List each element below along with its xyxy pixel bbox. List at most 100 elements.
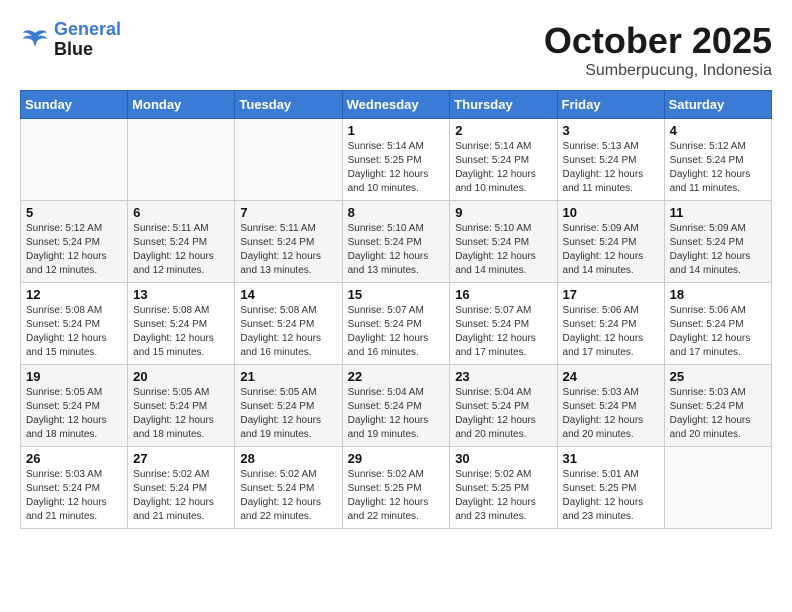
weekday-header-row: SundayMondayTuesdayWednesdayThursdayFrid… (21, 91, 772, 119)
day-number: 2 (455, 123, 551, 138)
day-info: Sunrise: 5:09 AM Sunset: 5:24 PM Dayligh… (563, 222, 659, 278)
weekday-header: Tuesday (235, 91, 342, 119)
calendar-cell: 24Sunrise: 5:03 AM Sunset: 5:24 PM Dayli… (557, 365, 664, 447)
day-info: Sunrise: 5:04 AM Sunset: 5:24 PM Dayligh… (348, 386, 445, 442)
calendar-cell: 30Sunrise: 5:02 AM Sunset: 5:25 PM Dayli… (450, 447, 557, 529)
day-info: Sunrise: 5:08 AM Sunset: 5:24 PM Dayligh… (240, 304, 336, 360)
day-number: 16 (455, 287, 551, 302)
calendar-cell: 20 Sunrise: 5:05 AM Sunset: 5:24 PM Dayli… (128, 365, 235, 447)
day-number: 7 (240, 205, 336, 220)
calendar-week-row: 1Sunrise: 5:14 AM Sunset: 5:25 PM Daylig… (21, 119, 772, 201)
day-number: 26 (26, 451, 122, 466)
day-number: 15 (348, 287, 445, 302)
calendar-cell: 1Sunrise: 5:14 AM Sunset: 5:25 PM Daylig… (342, 119, 450, 201)
day-number: 25 (670, 369, 766, 384)
logo-icon (20, 25, 50, 55)
day-number: 1 (348, 123, 445, 138)
day-number: 6 (133, 205, 229, 220)
calendar-cell: 5 Sunrise: 5:12 AM Sunset: 5:24 PM Daylig… (21, 201, 128, 283)
day-number: 30 (455, 451, 551, 466)
calendar-cell: 26 Sunrise: 5:03 AM Sunset: 5:24 PM Dayli… (21, 447, 128, 529)
day-info: Sunrise: 5:04 AM Sunset: 5:24 PM Dayligh… (455, 386, 551, 442)
day-info: Sunrise: 5:10 AM Sunset: 5:24 PM Dayligh… (348, 222, 445, 278)
day-number: 8 (348, 205, 445, 220)
day-info: Sunrise: 5:13 AM Sunset: 5:24 PM Dayligh… (563, 140, 659, 196)
day-number: 5 (26, 205, 122, 220)
calendar-cell: 11 Sunrise: 5:09 AM Sunset: 5:24 PM Dayli… (664, 201, 771, 283)
calendar-cell: 21Sunrise: 5:05 AM Sunset: 5:24 PM Dayli… (235, 365, 342, 447)
day-info: Sunrise: 5:05 AM Sunset: 5:24 PM Dayligh… (240, 386, 336, 442)
location-subtitle: Sumberpucung, Indonesia (544, 62, 772, 80)
calendar-cell: 6 Sunrise: 5:11 AM Sunset: 5:24 PM Daylig… (128, 201, 235, 283)
weekday-header: Wednesday (342, 91, 450, 119)
day-info: Sunrise: 5:07 AM Sunset: 5:24 PM Dayligh… (348, 304, 445, 360)
calendar-cell: 12Sunrise: 5:08 AM Sunset: 5:24 PM Dayli… (21, 283, 128, 365)
calendar-table: SundayMondayTuesdayWednesdayThursdayFrid… (20, 90, 772, 529)
month-title: October 2025 (544, 20, 772, 62)
day-info: Sunrise: 5:02 AM Sunset: 5:24 PM Dayligh… (240, 468, 336, 524)
calendar-cell (21, 119, 128, 201)
calendar-cell: 27Sunrise: 5:02 AM Sunset: 5:24 PM Dayli… (128, 447, 235, 529)
day-info: Sunrise: 5:14 AM Sunset: 5:24 PM Dayligh… (455, 140, 551, 196)
calendar-week-row: 12 Sunrise: 5:08 AM Sunset: 5:24 PM Dayli… (21, 283, 772, 365)
calendar-week-row: 19 Sunrise: 5:05 AM Sunset: 5:24 PM Dayli… (21, 365, 772, 447)
calendar-cell: 7 Sunrise: 5:11 AM Sunset: 5:24 PM Daylig… (235, 201, 342, 283)
day-number: 10 (563, 205, 659, 220)
day-number: 11 (670, 205, 766, 220)
day-info: Sunrise: 5:03 AM Sunset: 5:24 PM Dayligh… (670, 386, 766, 442)
calendar-cell: 10 Sunrise: 5:09 AM Sunset: 5:24 PM Dayli… (557, 201, 664, 283)
calendar-week-row: 5 Sunrise: 5:12 AM Sunset: 5:24 PM Daylig… (21, 201, 772, 283)
day-info: Sunrise: 5:09 AM Sunset: 5:24 PM Dayligh… (670, 222, 766, 278)
calendar-cell: 23Sunrise: 5:04 AM Sunset: 5:24 PM Dayli… (450, 365, 557, 447)
day-info: Sunrise: 5:02 AM Sunset: 5:25 PM Dayligh… (348, 468, 445, 524)
day-number: 3 (563, 123, 659, 138)
day-number: 4 (670, 123, 766, 138)
weekday-header: Friday (557, 91, 664, 119)
day-info: Sunrise: 5:06 AM Sunset: 5:24 PM Dayligh… (670, 304, 766, 360)
day-info: Sunrise: 5:11 AM Sunset: 5:24 PM Dayligh… (133, 222, 229, 278)
day-info: Sunrise: 5:01 AM Sunset: 5:25 PM Dayligh… (563, 468, 659, 524)
calendar-cell: 29 Sunrise: 5:02 AM Sunset: 5:25 PM Dayli… (342, 447, 450, 529)
calendar-cell: 9Sunrise: 5:10 AM Sunset: 5:24 PM Daylig… (450, 201, 557, 283)
day-info: Sunrise: 5:12 AM Sunset: 5:24 PM Dayligh… (26, 222, 122, 278)
logo-text: General Blue (54, 20, 121, 60)
day-number: 27 (133, 451, 229, 466)
calendar-cell: 25 Sunrise: 5:03 AM Sunset: 5:24 PM Dayli… (664, 365, 771, 447)
calendar-cell: 22 Sunrise: 5:04 AM Sunset: 5:24 PM Dayli… (342, 365, 450, 447)
day-info: Sunrise: 5:12 AM Sunset: 5:24 PM Dayligh… (670, 140, 766, 196)
day-info: Sunrise: 5:05 AM Sunset: 5:24 PM Dayligh… (133, 386, 229, 442)
day-number: 19 (26, 369, 122, 384)
calendar-cell: 2 Sunrise: 5:14 AM Sunset: 5:24 PM Daylig… (450, 119, 557, 201)
weekday-header: Sunday (21, 91, 128, 119)
logo: General Blue (20, 20, 121, 60)
day-info: Sunrise: 5:07 AM Sunset: 5:24 PM Dayligh… (455, 304, 551, 360)
calendar-cell: 13 Sunrise: 5:08 AM Sunset: 5:24 PM Dayli… (128, 283, 235, 365)
day-info: Sunrise: 5:08 AM Sunset: 5:24 PM Dayligh… (133, 304, 229, 360)
title-block: October 2025 Sumberpucung, Indonesia (544, 20, 772, 80)
calendar-cell: 3 Sunrise: 5:13 AM Sunset: 5:24 PM Daylig… (557, 119, 664, 201)
calendar-cell (664, 447, 771, 529)
day-number: 28 (240, 451, 336, 466)
day-number: 13 (133, 287, 229, 302)
day-number: 31 (563, 451, 659, 466)
day-number: 18 (670, 287, 766, 302)
day-number: 12 (26, 287, 122, 302)
day-info: Sunrise: 5:03 AM Sunset: 5:24 PM Dayligh… (26, 468, 122, 524)
day-info: Sunrise: 5:10 AM Sunset: 5:24 PM Dayligh… (455, 222, 551, 278)
weekday-header: Thursday (450, 91, 557, 119)
day-info: Sunrise: 5:11 AM Sunset: 5:24 PM Dayligh… (240, 222, 336, 278)
calendar-cell: 8 Sunrise: 5:10 AM Sunset: 5:24 PM Daylig… (342, 201, 450, 283)
day-info: Sunrise: 5:06 AM Sunset: 5:24 PM Dayligh… (563, 304, 659, 360)
day-number: 20 (133, 369, 229, 384)
weekday-header: Saturday (664, 91, 771, 119)
day-info: Sunrise: 5:03 AM Sunset: 5:24 PM Dayligh… (563, 386, 659, 442)
calendar-cell: 14 Sunrise: 5:08 AM Sunset: 5:24 PM Dayli… (235, 283, 342, 365)
day-number: 17 (563, 287, 659, 302)
day-number: 29 (348, 451, 445, 466)
day-number: 22 (348, 369, 445, 384)
calendar-cell: 17 Sunrise: 5:06 AM Sunset: 5:24 PM Dayli… (557, 283, 664, 365)
calendar-week-row: 26 Sunrise: 5:03 AM Sunset: 5:24 PM Dayli… (21, 447, 772, 529)
day-number: 14 (240, 287, 336, 302)
calendar-cell: 19Sunrise: 5:05 AM Sunset: 5:24 PM Dayli… (21, 365, 128, 447)
calendar-cell: 4 Sunrise: 5:12 AM Sunset: 5:24 PM Daylig… (664, 119, 771, 201)
